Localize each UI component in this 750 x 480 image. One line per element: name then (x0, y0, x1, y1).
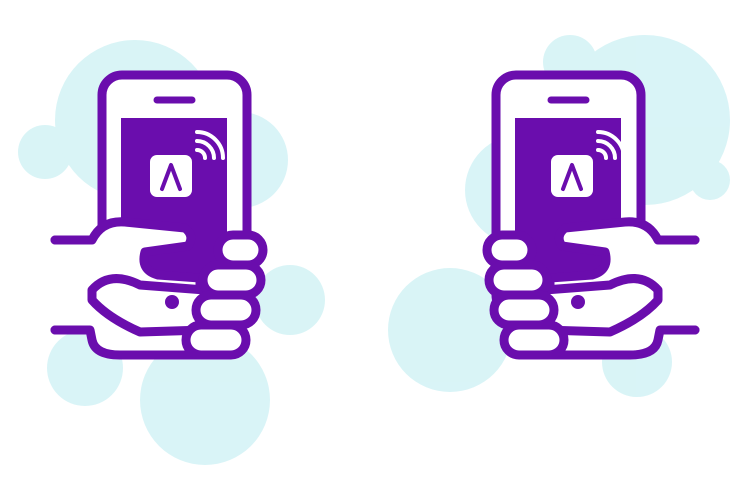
app-logo-icon (551, 155, 593, 197)
illustration-stage (0, 0, 750, 480)
hand-holding-phone-left (0, 0, 375, 480)
app-logo-icon (150, 155, 192, 197)
hand-icon (482, 217, 700, 360)
hand-holding-phone-right (375, 0, 750, 480)
